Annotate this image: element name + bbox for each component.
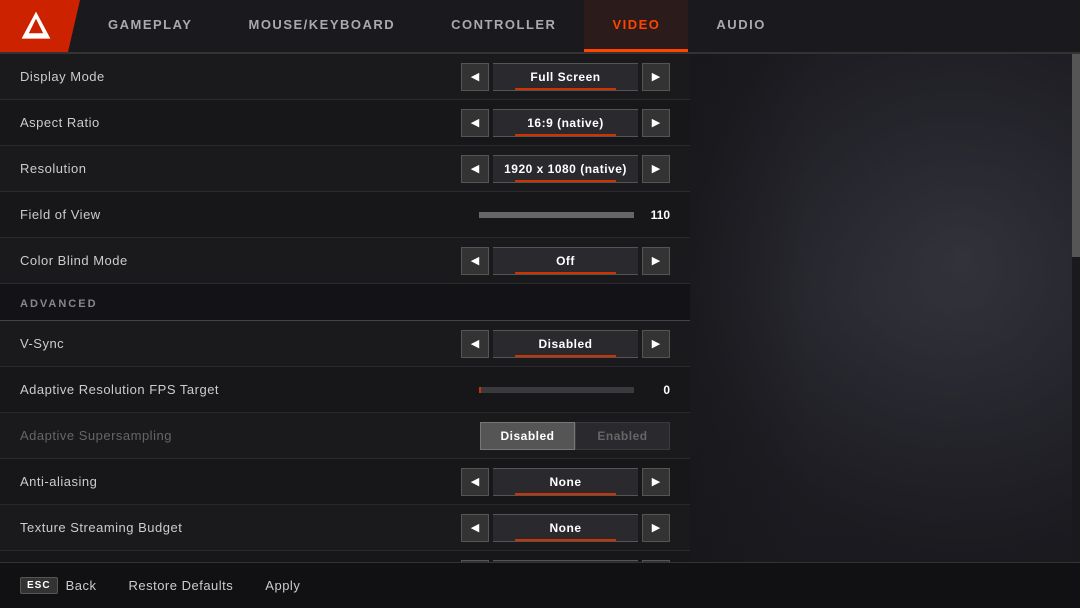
setting-texture-streaming: Texture Streaming Budget ◀ None ▶ bbox=[0, 505, 690, 551]
antialiasing-control: ◀ None ▶ bbox=[461, 468, 670, 496]
main-content: Display Mode ◀ Full Screen ▶ Aspect Rati… bbox=[0, 54, 1080, 562]
aspect-ratio-value: 16:9 (native) bbox=[493, 109, 638, 137]
vsync-next[interactable]: ▶ bbox=[642, 330, 670, 358]
setting-resolution: Resolution ◀ 1920 x 1080 (native) ▶ bbox=[0, 146, 690, 192]
apex-logo bbox=[18, 8, 54, 44]
aspect-ratio-label: Aspect Ratio bbox=[20, 115, 461, 130]
right-panel bbox=[690, 54, 1080, 562]
vsync-label: V-Sync bbox=[20, 336, 461, 351]
setting-aspect-ratio: Aspect Ratio ◀ 16:9 (native) ▶ bbox=[0, 100, 690, 146]
display-mode-label: Display Mode bbox=[20, 69, 461, 84]
advanced-header-text: ADVANCED bbox=[20, 298, 98, 310]
setting-adaptive-res: Adaptive Resolution FPS Target 0 bbox=[0, 367, 690, 413]
settings-panel: Display Mode ◀ Full Screen ▶ Aspect Rati… bbox=[0, 54, 690, 562]
bottom-bar: ESC Back Restore Defaults Apply bbox=[0, 562, 1080, 608]
esc-key-badge: ESC bbox=[20, 577, 58, 594]
nav-tabs: GAMEPLAY MOUSE/KEYBOARD CONTROLLER VIDEO… bbox=[80, 0, 1080, 52]
setting-adaptive-super: Adaptive Supersampling Disabled Enabled bbox=[0, 413, 690, 459]
fov-label: Field of View bbox=[20, 207, 479, 222]
fov-value: 110 bbox=[642, 208, 670, 222]
advanced-section-header: ADVANCED bbox=[0, 284, 690, 321]
restore-defaults-label: Restore Defaults bbox=[128, 578, 233, 593]
adaptive-res-label: Adaptive Resolution FPS Target bbox=[20, 382, 479, 397]
resolution-value: 1920 x 1080 (native) bbox=[493, 155, 638, 183]
display-mode-control: ◀ Full Screen ▶ bbox=[461, 63, 670, 91]
adaptive-super-disabled[interactable]: Disabled bbox=[480, 422, 575, 450]
fov-control: 110 bbox=[479, 208, 670, 222]
top-navigation: GAMEPLAY MOUSE/KEYBOARD CONTROLLER VIDEO… bbox=[0, 0, 1080, 54]
texture-streaming-control: ◀ None ▶ bbox=[461, 514, 670, 542]
scrollbar[interactable] bbox=[1072, 54, 1080, 562]
tab-controller[interactable]: CONTROLLER bbox=[423, 0, 584, 52]
back-label: Back bbox=[66, 578, 97, 593]
color-blind-control: ◀ Off ▶ bbox=[461, 247, 670, 275]
adaptive-super-label: Adaptive Supersampling bbox=[20, 428, 480, 443]
adaptive-res-slider[interactable] bbox=[479, 387, 634, 393]
tab-video[interactable]: VIDEO bbox=[584, 0, 688, 52]
setting-antialiasing: Anti-aliasing ◀ None ▶ bbox=[0, 459, 690, 505]
resolution-prev[interactable]: ◀ bbox=[461, 155, 489, 183]
antialiasing-prev[interactable]: ◀ bbox=[461, 468, 489, 496]
antialiasing-label: Anti-aliasing bbox=[20, 474, 461, 489]
antialiasing-value: None bbox=[493, 468, 638, 496]
resolution-control: ◀ 1920 x 1080 (native) ▶ bbox=[461, 155, 670, 183]
back-action[interactable]: ESC Back bbox=[20, 577, 96, 594]
setting-fov: Field of View 110 bbox=[0, 192, 690, 238]
setting-display-mode: Display Mode ◀ Full Screen ▶ bbox=[0, 54, 690, 100]
logo-area bbox=[0, 0, 80, 52]
setting-color-blind: Color Blind Mode ◀ Off ▶ bbox=[0, 238, 690, 284]
apply-label: Apply bbox=[265, 578, 300, 593]
resolution-next[interactable]: ▶ bbox=[642, 155, 670, 183]
aspect-ratio-next[interactable]: ▶ bbox=[642, 109, 670, 137]
texture-streaming-label: Texture Streaming Budget bbox=[20, 520, 461, 535]
display-mode-prev[interactable]: ◀ bbox=[461, 63, 489, 91]
tab-gameplay[interactable]: GAMEPLAY bbox=[80, 0, 220, 52]
adaptive-res-value: 0 bbox=[642, 383, 670, 397]
color-blind-next[interactable]: ▶ bbox=[642, 247, 670, 275]
vsync-control: ◀ Disabled ▶ bbox=[461, 330, 670, 358]
right-background bbox=[690, 54, 1080, 562]
resolution-label: Resolution bbox=[20, 161, 461, 176]
color-blind-prev[interactable]: ◀ bbox=[461, 247, 489, 275]
adaptive-res-control: 0 bbox=[479, 383, 670, 397]
tab-audio[interactable]: AUDIO bbox=[688, 0, 793, 52]
texture-streaming-next[interactable]: ▶ bbox=[642, 514, 670, 542]
setting-vsync: V-Sync ◀ Disabled ▶ bbox=[0, 321, 690, 367]
vsync-prev[interactable]: ◀ bbox=[461, 330, 489, 358]
antialiasing-next[interactable]: ▶ bbox=[642, 468, 670, 496]
apply-action[interactable]: Apply bbox=[265, 578, 300, 593]
display-mode-next[interactable]: ▶ bbox=[642, 63, 670, 91]
adaptive-res-fill bbox=[479, 387, 481, 393]
display-mode-value: Full Screen bbox=[493, 63, 638, 91]
fov-slider[interactable] bbox=[479, 212, 634, 218]
color-blind-label: Color Blind Mode bbox=[20, 253, 461, 268]
texture-streaming-prev[interactable]: ◀ bbox=[461, 514, 489, 542]
adaptive-super-enabled[interactable]: Enabled bbox=[575, 422, 670, 450]
scroll-thumb bbox=[1072, 54, 1080, 257]
fov-fill bbox=[479, 212, 634, 218]
tab-mouse-keyboard[interactable]: MOUSE/KEYBOARD bbox=[220, 0, 423, 52]
setting-texture-filtering: Texture Filtering ◀ Bilinear ▶ bbox=[0, 551, 690, 562]
texture-streaming-value: None bbox=[493, 514, 638, 542]
aspect-ratio-control: ◀ 16:9 (native) ▶ bbox=[461, 109, 670, 137]
color-blind-value: Off bbox=[493, 247, 638, 275]
aspect-ratio-prev[interactable]: ◀ bbox=[461, 109, 489, 137]
restore-defaults-action[interactable]: Restore Defaults bbox=[128, 578, 233, 593]
adaptive-super-control: Disabled Enabled bbox=[480, 422, 670, 450]
vsync-value: Disabled bbox=[493, 330, 638, 358]
